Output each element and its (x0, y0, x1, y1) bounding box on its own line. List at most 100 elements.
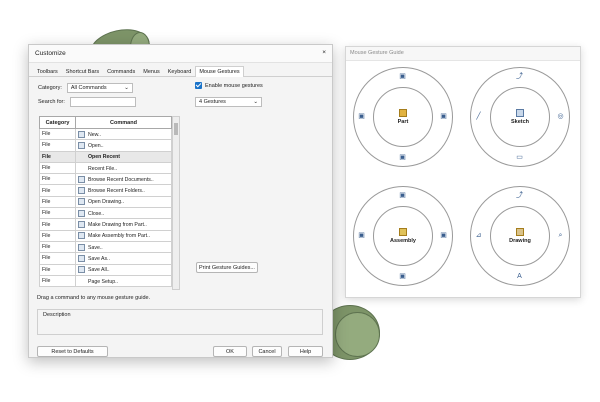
gesture-wheel-part[interactable]: Part ▣ ▣ ▣ ▣ (353, 67, 453, 167)
wheel-center: Part (353, 67, 453, 167)
cell-category: File (39, 173, 76, 186)
table-row[interactable]: File New.. (39, 127, 172, 141)
tab-keyboard[interactable]: Keyboard (164, 66, 196, 76)
background-3d-shape-face (335, 312, 380, 357)
table-row[interactable]: File Recent File.. (39, 161, 172, 175)
cell-category: File (39, 240, 76, 254)
table-row[interactable]: File Browse Recent Folders.. (39, 184, 172, 197)
cell-command: Recent File.. (75, 161, 172, 175)
tab-commands[interactable]: Commands (103, 66, 139, 76)
table-row[interactable]: File Save All.. (39, 263, 172, 276)
cell-command: New.. (75, 127, 172, 141)
view-cube-icon[interactable]: ▣ (398, 191, 407, 200)
cell-category: File (39, 252, 76, 265)
view-cube-icon[interactable]: ▣ (357, 231, 366, 240)
blank-icon (78, 278, 85, 285)
command-label: Close.. (88, 210, 105, 217)
commands-table: Category Command File New.. File Open.. File… (39, 116, 172, 288)
column-header-category[interactable]: Category (39, 116, 76, 129)
table-row[interactable]: File Save.. (39, 240, 172, 254)
table-row[interactable]: File Browse Recent Documents.. (39, 173, 172, 186)
view-cube-icon[interactable]: ▣ (398, 72, 407, 81)
gesture-wheel-sketch[interactable]: Sketch ⤴ ▭ ╱ ◎ (470, 67, 570, 167)
scrollbar-thumb[interactable] (174, 123, 178, 135)
cell-command: Open Recent (75, 150, 172, 163)
column-header-command[interactable]: Command (75, 116, 172, 129)
description-label: Description (43, 312, 71, 318)
close-doc-icon (78, 209, 85, 217)
zoom-icon[interactable]: ⌕ (556, 231, 565, 240)
command-label: Open.. (88, 142, 104, 149)
tab-shortcut-bars[interactable]: Shortcut Bars (62, 66, 103, 76)
table-row[interactable]: File Make Assembly from Part.. (39, 229, 172, 242)
tab-toolbars[interactable]: Toolbars (33, 66, 62, 76)
rectangle-icon[interactable]: ▭ (515, 153, 524, 162)
view-cube-icon[interactable]: ▣ (439, 231, 448, 240)
cell-command: Save All.. (75, 263, 172, 276)
line-icon[interactable]: ╱ (474, 112, 483, 121)
table-row[interactable]: File Open Drawing.. (39, 195, 172, 209)
part-icon (399, 109, 407, 117)
open-file-icon (78, 141, 85, 149)
command-label: Browse Recent Documents.. (88, 176, 154, 183)
note-icon[interactable]: A (515, 272, 524, 281)
view-cube-icon[interactable]: ▣ (439, 112, 448, 121)
gesture-wheel-assembly[interactable]: Assembly ▣ ▣ ▣ ▣ (353, 186, 453, 286)
cell-category: File (39, 229, 76, 242)
close-icon[interactable]: × (322, 50, 326, 57)
table-row[interactable]: File Open Recent (39, 150, 172, 163)
cell-command: Browse Recent Folders.. (75, 184, 172, 197)
search-input[interactable] (69, 97, 136, 107)
table-row[interactable]: File Page Setup.. (39, 274, 172, 288)
cell-category: File (39, 184, 76, 197)
drag-hint: Drag a command to any mouse gesture guid… (37, 295, 151, 301)
wheel-center: Assembly (353, 186, 453, 286)
print-gesture-guides-button[interactable]: Print Gesture Guides... (196, 262, 258, 273)
cell-command: Close.. (75, 207, 172, 220)
cell-command: Save As.. (75, 252, 172, 265)
wheel-center: Drawing (470, 186, 570, 286)
view-cube-icon[interactable]: ▣ (398, 153, 407, 162)
tab-mouse-gestures[interactable]: Mouse Gestures (195, 66, 244, 77)
command-label: Make Assembly from Part.. (88, 233, 150, 240)
cell-category: File (39, 274, 76, 288)
category-value: All Commands (70, 85, 107, 91)
wheel-label: Sketch (510, 119, 530, 125)
help-button[interactable]: Help (288, 346, 323, 357)
view-cube-icon[interactable]: ▣ (398, 272, 407, 281)
smart-dimension-icon[interactable]: ⤴ (515, 72, 524, 81)
table-scrollbar[interactable] (172, 116, 180, 290)
table-row[interactable]: File Make Drawing from Part.. (39, 218, 172, 231)
mouse-gesture-guide: Mouse Gesture Guide Part ▣ ▣ ▣ ▣ Sketch … (345, 46, 581, 298)
projected-view-icon[interactable]: ⊿ (474, 231, 483, 240)
smart-dimension-icon[interactable]: ⤴ (515, 191, 524, 200)
cell-category: File (39, 127, 76, 141)
wheel-label: Drawing (509, 238, 531, 244)
customize-dialog: Customize × Toolbars Shortcut Bars Comma… (28, 44, 333, 358)
enable-gestures-checkbox[interactable] (195, 82, 202, 89)
cell-command: Save.. (75, 240, 172, 254)
command-label: Browse Recent Folders.. (88, 188, 145, 194)
command-label: Open Recent (88, 154, 120, 161)
table-row[interactable]: File Save As.. (39, 252, 172, 265)
cell-command: Page Setup.. (75, 274, 172, 288)
dialog-titlebar: Customize × (29, 45, 332, 63)
chevron-down-icon: ⌄ (253, 99, 258, 105)
reset-to-defaults-button[interactable]: Reset to Defaults (37, 346, 108, 357)
view-cube-icon[interactable]: ▣ (357, 112, 366, 121)
tab-menus[interactable]: Menus (139, 66, 164, 76)
assembly-icon (399, 228, 407, 236)
ok-button[interactable]: OK (213, 346, 247, 357)
enable-gestures-label: Enable mouse gestures (205, 82, 263, 89)
drawing-icon (516, 228, 524, 236)
cancel-button[interactable]: Cancel (252, 346, 282, 357)
command-label: Save As.. (88, 255, 110, 262)
command-label: Make Drawing from Part.. (88, 221, 147, 228)
circle-icon[interactable]: ◎ (556, 112, 565, 121)
gestures-select[interactable]: 4 Gestures ⌄ (195, 97, 262, 107)
category-select[interactable]: All Commands ⌄ (66, 83, 133, 93)
guide-title: Mouse Gesture Guide (346, 47, 580, 61)
table-row[interactable]: File Open.. (39, 139, 172, 152)
table-row[interactable]: File Close.. (39, 207, 172, 220)
gesture-wheel-drawing[interactable]: Drawing ⤴ A ⊿ ⌕ (470, 186, 570, 286)
